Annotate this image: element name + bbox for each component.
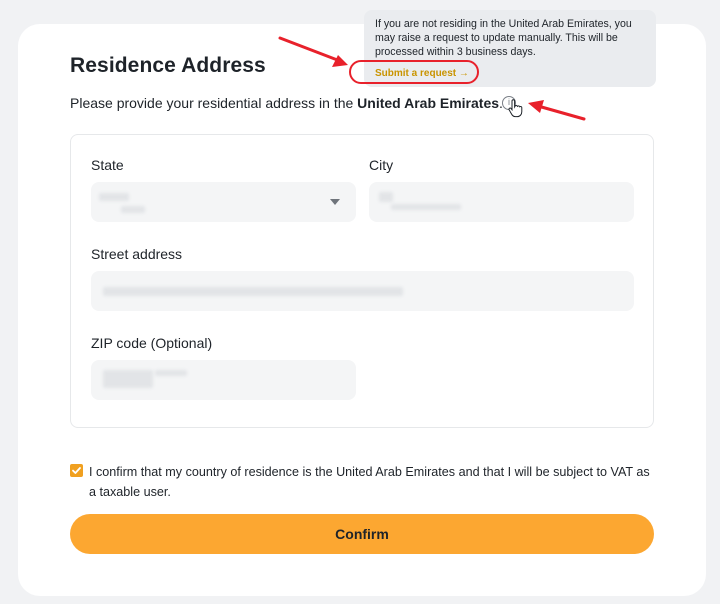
page-title: Residence Address bbox=[70, 54, 266, 77]
consent-text: I confirm that my country of residence i… bbox=[89, 465, 650, 499]
street-address-input[interactable] bbox=[91, 271, 634, 311]
subtitle-country: United Arab Emirates bbox=[357, 95, 500, 111]
tooltip-text: If you are not residing in the United Ar… bbox=[375, 18, 632, 58]
redacted-value bbox=[99, 193, 129, 201]
confirm-residence-checkbox[interactable] bbox=[70, 464, 83, 477]
redacted-value bbox=[103, 287, 403, 296]
confirm-button[interactable]: Confirm bbox=[70, 514, 654, 554]
highlight-ring bbox=[349, 60, 479, 84]
subtitle-prefix: Please provide your residential address … bbox=[70, 95, 358, 111]
redacted-value bbox=[391, 204, 461, 210]
redacted-value bbox=[121, 206, 145, 213]
chevron-down-icon bbox=[330, 199, 340, 205]
zip-code-label: ZIP code (Optional) bbox=[91, 335, 213, 351]
redacted-value bbox=[103, 370, 153, 388]
checkmark-icon bbox=[72, 467, 81, 474]
city-label: City bbox=[369, 157, 394, 173]
annotation-arrow-left bbox=[278, 36, 348, 67]
hand-cursor-icon bbox=[508, 99, 523, 118]
address-form: State City Street address ZIP code (Opti… bbox=[70, 134, 654, 428]
state-select[interactable] bbox=[91, 182, 356, 222]
redacted-value bbox=[379, 192, 393, 202]
city-input[interactable] bbox=[369, 182, 634, 222]
zip-code-input[interactable] bbox=[91, 360, 356, 400]
state-label: State bbox=[91, 157, 124, 173]
annotation-arrow-right bbox=[528, 100, 586, 121]
page-subtitle: Please provide your residential address … bbox=[70, 95, 503, 111]
redacted-value bbox=[155, 370, 187, 376]
street-address-label: Street address bbox=[91, 246, 183, 262]
